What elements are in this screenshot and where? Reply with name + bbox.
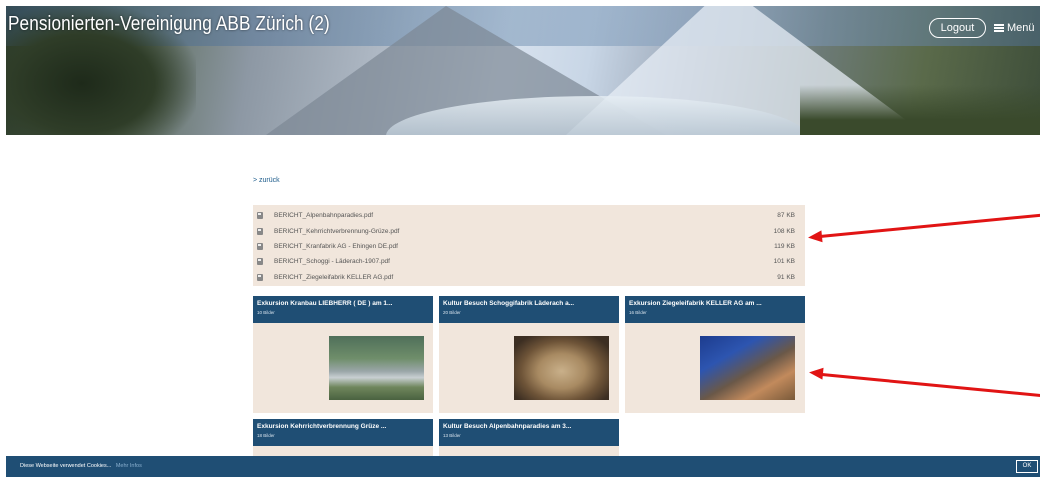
file-size: 108 KB [773,227,795,235]
file-row[interactable]: BERICHT_Schoggi - Läderach-1907.pdf 101 … [253,254,805,269]
gallery-card-header: Exkursion Kehrrichtverbrennung Grüze ...… [253,419,433,446]
pdf-icon [257,227,263,235]
cookie-bar: Diese Webseite verwendet Cookies... Mehr… [6,456,1040,477]
file-row[interactable]: BERICHT_Alpenbahnparadies.pdf 87 KB [253,208,805,223]
file-name: BERICHT_Ziegeleifabrik KELLER AG.pdf [274,273,394,281]
annotation-arrow-shaft [819,213,1040,238]
pdf-icon [257,273,263,281]
file-row[interactable]: BERICHT_Ziegeleifabrik KELLER AG.pdf 91 … [253,270,805,285]
menu-label: Menü [1007,22,1035,34]
gallery-card-header: Kultur Besuch Schoggifabrik Läderach a..… [439,296,619,323]
gallery-card[interactable]: Exkursion Ziegeleifabrik KELLER AG am ..… [625,296,805,413]
gallery-title: Exkursion Kehrrichtverbrennung Grüze ... [257,423,387,430]
back-link[interactable]: > zurück [253,177,280,184]
cookie-text: Diese Webseite verwendet Cookies... [20,463,112,469]
file-row[interactable]: BERICHT_Kranfabrik AG - Ehingen DE.pdf 1… [253,239,805,254]
cookie-notice: Diese Webseite verwendet Cookies... Mehr… [20,463,142,469]
gallery-count: 18 Bilder [257,433,275,438]
file-name: BERICHT_Kranfabrik AG - Ehingen DE.pdf [274,242,398,250]
gallery-title: Kultur Besuch Schoggifabrik Läderach a..… [443,300,575,307]
hamburger-icon [994,24,1004,32]
file-name: BERICHT_Kehrrichtverbrennung-Grüze.pdf [274,227,400,235]
gallery-card[interactable]: Exkursion Kranbau LIEBHERR ( DE ) am 1..… [253,296,433,413]
banner-forest [800,85,1040,135]
menu-button[interactable]: Menü [994,18,1035,38]
gallery-count: 20 Bilder [443,310,461,315]
annotation-arrow-head [807,230,823,244]
file-list: BERICHT_Alpenbahnparadies.pdf 87 KB BERI… [253,205,805,286]
file-size: 101 KB [773,258,795,266]
gallery-thumbnail[interactable] [700,336,795,400]
cookie-more-link[interactable]: Mehr Infos [116,463,142,469]
pdf-icon [257,212,263,220]
gallery-card[interactable]: Kultur Besuch Schoggifabrik Läderach a..… [439,296,619,413]
file-name: BERICHT_Schoggi - Läderach-1907.pdf [274,258,390,266]
gallery-card-header: Kultur Besuch Alpenbahnparadies am 3... … [439,419,619,446]
gallery-card[interactable]: Exkursion Kehrrichtverbrennung Grüze ...… [253,419,433,456]
annotation-arrow-head [808,366,824,380]
file-size: 119 KB [774,242,795,250]
pdf-icon [257,242,263,250]
file-name: BERICHT_Alpenbahnparadies.pdf [274,212,374,220]
logout-button[interactable]: Logout [929,18,986,38]
gallery-count: 16 Bilder [629,310,647,315]
cookie-ok-button[interactable]: OK [1016,460,1038,473]
gallery-count: 13 Bilder [443,433,461,438]
gallery-thumbnail[interactable] [329,336,424,400]
page: Pensionierten-Vereinigung ABB Zürich (2)… [0,0,1040,477]
gallery-title: Exkursion Kranbau LIEBHERR ( DE ) am 1..… [257,300,393,307]
gallery-card-header: Exkursion Kranbau LIEBHERR ( DE ) am 1..… [253,296,433,323]
file-size: 87 KB [777,212,795,220]
gallery-card-header: Exkursion Ziegeleifabrik KELLER AG am ..… [625,296,805,323]
file-row[interactable]: BERICHT_Kehrrichtverbrennung-Grüze.pdf 1… [253,223,805,238]
gallery-thumbnail[interactable] [514,336,609,400]
site-title[interactable]: Pensionierten-Vereinigung ABB Zürich (2) [8,13,330,36]
file-size: 91 KB [777,273,795,281]
gallery-card[interactable]: Kultur Besuch Alpenbahnparadies am 3... … [439,419,619,456]
gallery-title: Kultur Besuch Alpenbahnparadies am 3... [443,423,572,430]
pdf-icon [257,258,263,266]
annotation-arrow-shaft [821,373,1040,398]
gallery-title: Exkursion Ziegeleifabrik KELLER AG am ..… [629,300,762,307]
gallery-count: 10 Bilder [257,310,275,315]
